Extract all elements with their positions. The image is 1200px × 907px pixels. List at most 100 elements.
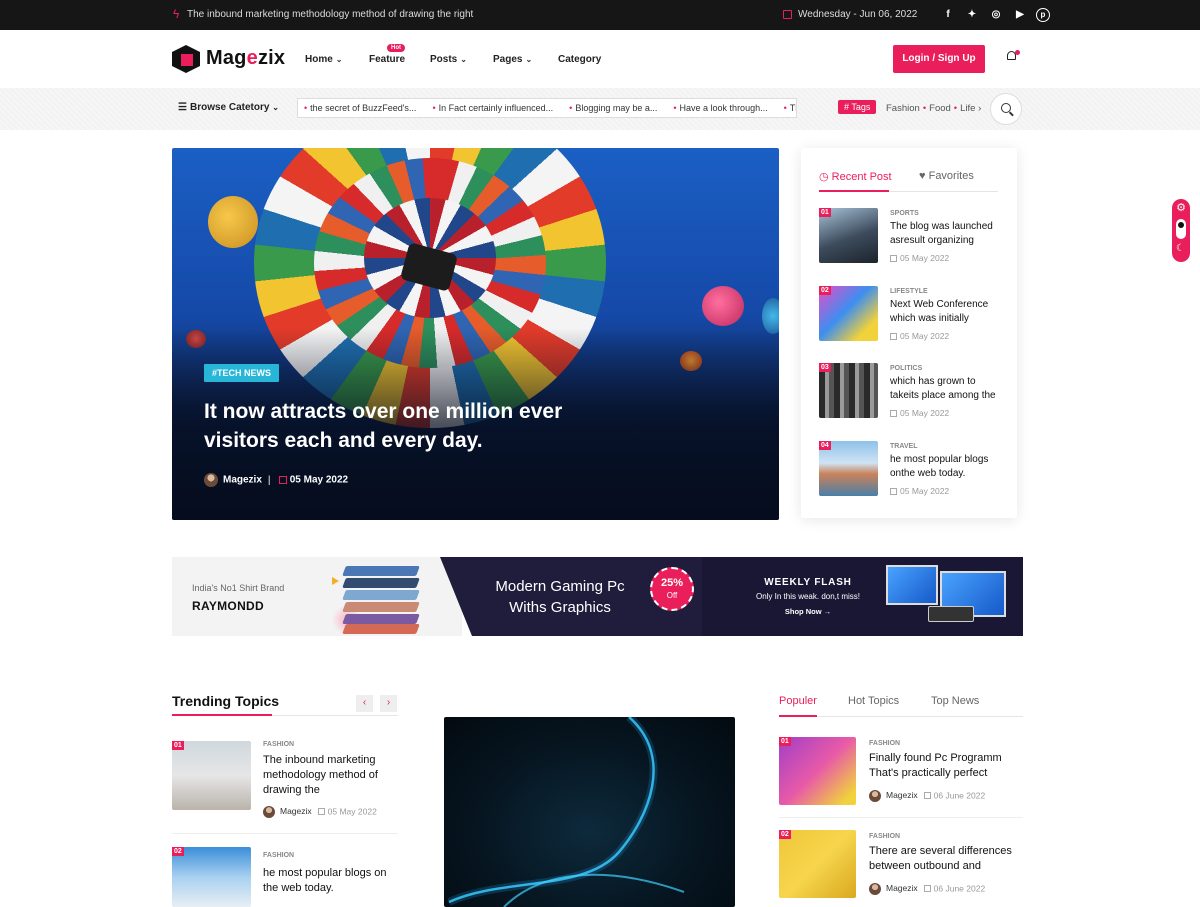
- trending-item[interactable]: 02 FASHION he most popular blogs on the …: [172, 847, 398, 907]
- gear-icon[interactable]: ⚙: [1175, 202, 1187, 214]
- nav-feature[interactable]: Feature: [369, 54, 405, 65]
- ticker-item[interactable]: Have a look through...: [673, 103, 767, 113]
- post-date: 05 May 2022: [890, 486, 949, 496]
- browse-category-dropdown[interactable]: ☰ Browse Catetory ⌄: [178, 102, 279, 113]
- nav-posts[interactable]: Posts ⌄: [430, 54, 467, 65]
- calendar-icon: [923, 885, 931, 893]
- tags-button[interactable]: # Tags: [838, 100, 877, 114]
- post-title[interactable]: The inbound marketing methodology method…: [263, 753, 398, 798]
- banner-gaming-text: Modern Gaming Pc Withs Graphics: [495, 578, 625, 616]
- sidebar-post[interactable]: 01 SPORTS The blog was launched asresult…: [819, 208, 999, 268]
- ticker-item[interactable]: Blogging may be a...: [569, 103, 657, 113]
- logo-text[interactable]: Magezix: [206, 47, 285, 70]
- post-date: 05 May 2022: [890, 408, 949, 418]
- top-bar: ϟ The inbound marketing methodology meth…: [0, 0, 1200, 30]
- trending-title: Trending Topics: [172, 693, 280, 709]
- facebook-icon[interactable]: f: [940, 7, 956, 23]
- prev-arrow-button[interactable]: ‹: [356, 695, 373, 712]
- post-category[interactable]: FASHION: [263, 852, 294, 859]
- post-category[interactable]: FASHION: [263, 741, 294, 748]
- post-category[interactable]: FASHION: [869, 740, 900, 747]
- post-thumbnail[interactable]: [779, 737, 856, 805]
- settings-widget: ⚙ ☾: [1172, 199, 1190, 262]
- search-button[interactable]: [990, 93, 1022, 125]
- chevron-right-icon[interactable]: ›: [978, 103, 981, 114]
- tag-fashion[interactable]: Fashion: [886, 103, 920, 114]
- moon-icon[interactable]: ☾: [1176, 244, 1186, 254]
- post-category[interactable]: TRAVEL: [890, 443, 917, 450]
- post-category[interactable]: POLITICS: [890, 365, 922, 372]
- post-category[interactable]: FASHION: [869, 833, 900, 840]
- login-signup-button[interactable]: Login / Sign Up: [893, 45, 985, 73]
- youtube-icon[interactable]: ▶: [1012, 7, 1028, 23]
- popular-item[interactable]: 02 FASHION There are several differences…: [779, 830, 1023, 900]
- post-title[interactable]: he most popular blogs onthe web today.: [890, 453, 1002, 481]
- tab-hot-topics[interactable]: Hot Topics: [848, 695, 899, 707]
- post-number: 01: [172, 741, 184, 750]
- post-category[interactable]: SPORTS: [890, 210, 919, 217]
- post-meta: Magezix 06 June 2022: [869, 790, 985, 802]
- tag-life[interactable]: Life: [960, 103, 975, 114]
- post-category[interactable]: LIFESTYLE: [890, 288, 928, 295]
- bell-icon[interactable]: [1005, 50, 1020, 63]
- tag-food[interactable]: Food: [929, 103, 951, 114]
- hot-badge: Hot: [387, 44, 405, 52]
- post-title[interactable]: Finally found Pc Programm That's practic…: [869, 751, 1019, 781]
- post-thumbnail[interactable]: [779, 830, 856, 898]
- sidebar-post[interactable]: 03 POLITICS which has grown to takeits p…: [819, 363, 999, 423]
- post-title[interactable]: which has grown to takeits place among t…: [890, 375, 1002, 403]
- hero-author[interactable]: Magezix: [223, 475, 262, 486]
- popular-item[interactable]: 01 FASHION Finally found Pc Programm Tha…: [779, 737, 1023, 807]
- tab-populer[interactable]: Populer: [779, 695, 817, 707]
- weekly-flash: WEEKLY FLASH Only In this weak. don,t mi…: [738, 577, 878, 616]
- top-bar-message[interactable]: The inbound marketing methodology method…: [187, 9, 473, 20]
- featured-image[interactable]: [444, 717, 735, 907]
- discount-badge: 25% Off: [650, 567, 694, 611]
- trending-item[interactable]: 01 FASHION The inbound marketing methodo…: [172, 741, 398, 821]
- tab-recent-post[interactable]: ◷ Recent Post: [819, 170, 892, 183]
- news-ticker: the secret of BuzzFeed's... In Fact certa…: [297, 98, 797, 118]
- ticker-item[interactable]: the secret of BuzzFeed's...: [304, 103, 416, 113]
- hero-title[interactable]: It now attracts over one million ever vi…: [204, 397, 604, 455]
- next-arrow-button[interactable]: ›: [380, 695, 397, 712]
- pinterest-icon[interactable]: p: [1036, 8, 1050, 22]
- avatar: [869, 790, 881, 802]
- light-trail-graphic: [447, 717, 685, 907]
- ticker-item[interactable]: In Fact certainly influenced...: [432, 103, 553, 113]
- post-number: 02: [819, 286, 831, 295]
- nav-category[interactable]: Category: [558, 54, 601, 65]
- hero-date: 05 May 2022: [289, 474, 349, 486]
- shop-now-link[interactable]: Shop Now →: [738, 607, 878, 616]
- post-title[interactable]: There are several differences between ou…: [869, 844, 1019, 874]
- laptop-image: [928, 606, 974, 622]
- theme-toggle[interactable]: [1176, 219, 1186, 239]
- shirts-image: [342, 562, 424, 634]
- monitor-image: [886, 565, 938, 605]
- post-title[interactable]: he most popular blogs on the web today.: [263, 866, 398, 896]
- chevron-down-icon: ⌄: [525, 55, 533, 64]
- tab-favorites[interactable]: ♥ Favorites: [919, 170, 974, 182]
- tab-top-news[interactable]: Top News: [931, 695, 979, 707]
- calendar-icon: [890, 255, 897, 262]
- post-thumbnail[interactable]: [172, 847, 251, 907]
- twitter-icon[interactable]: ✦: [964, 7, 980, 23]
- calendar-icon: [783, 10, 792, 19]
- post-title[interactable]: The blog was launched asresult organizin…: [890, 220, 1002, 248]
- post-title[interactable]: Next Web Conference which was initially: [890, 298, 1002, 326]
- sidebar-post[interactable]: 04 TRAVEL he most popular blogs onthe we…: [819, 441, 999, 501]
- post-number: 01: [779, 737, 791, 746]
- calendar-icon: [278, 476, 287, 484]
- sidebar-post[interactable]: 02 LIFESTYLE Next Web Conference which w…: [819, 286, 999, 346]
- post-thumbnail[interactable]: [172, 741, 251, 810]
- nav-pages[interactable]: Pages ⌄: [493, 54, 532, 65]
- calendar-icon: [923, 792, 931, 800]
- hero-category-tag[interactable]: #TECH NEWS: [204, 364, 280, 382]
- post-date: 05 May 2022: [890, 331, 949, 341]
- instagram-icon[interactable]: ◎: [988, 7, 1004, 23]
- nav-home[interactable]: Home ⌄: [305, 54, 343, 65]
- avatar: [869, 883, 881, 895]
- ticker-item[interactable]: Th: [784, 103, 796, 113]
- banner-subtitle: India's No1 Shirt Brand: [192, 583, 285, 593]
- hero-featured-post[interactable]: [172, 148, 779, 520]
- top-bar-date: Wednesday - Jun 06, 2022: [798, 9, 918, 20]
